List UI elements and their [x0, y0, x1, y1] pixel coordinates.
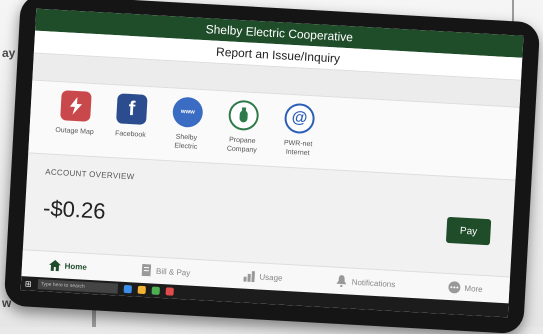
- bell-icon: [335, 275, 348, 288]
- quick-link-label: Shelby Electric: [174, 133, 198, 151]
- tab-bill-pay[interactable]: Bill & Pay: [140, 263, 191, 279]
- quick-link-facebook[interactable]: f Facebook: [106, 93, 156, 159]
- tablet-device: Shelby Electric Cooperative Report an Is…: [3, 0, 541, 334]
- more-dots-icon: [448, 281, 461, 294]
- tab-notifications[interactable]: Notifications: [335, 275, 396, 290]
- pay-button[interactable]: Pay: [445, 216, 492, 246]
- quick-link-pwr-net[interactable]: @ PWR-net Internet: [274, 102, 324, 168]
- bill-icon: [140, 263, 153, 277]
- at-sign-icon: @: [283, 102, 316, 135]
- tab-more[interactable]: More: [448, 281, 483, 295]
- usage-chart-icon: [243, 270, 256, 283]
- account-balance: -$0.26: [42, 195, 107, 224]
- facebook-icon: f: [116, 93, 148, 125]
- quick-link-label: Propane Company: [226, 136, 257, 155]
- taskbar-app-icon[interactable]: [137, 285, 146, 295]
- taskbar-search-input[interactable]: Type here to search: [37, 279, 118, 294]
- propane-tank-icon: [227, 99, 260, 132]
- tab-label: More: [464, 283, 483, 294]
- app-screen: Shelby Electric Cooperative Report an Is…: [20, 8, 524, 318]
- windows-start-icon[interactable]: ⊞: [25, 279, 32, 288]
- website-icon: www: [171, 96, 204, 129]
- taskbar-app-icon[interactable]: [123, 284, 132, 294]
- background-text: ay: [2, 46, 16, 60]
- quick-link-outage-map[interactable]: Outage Map: [50, 90, 100, 156]
- quick-link-propane[interactable]: Propane Company: [218, 99, 268, 165]
- taskbar-app-icon[interactable]: [151, 286, 160, 295]
- tab-label: Bill & Pay: [155, 266, 191, 278]
- quick-link-shelby-electric[interactable]: www Shelby Electric: [162, 96, 212, 162]
- taskbar-app-icon[interactable]: [165, 287, 174, 296]
- tab-home[interactable]: Home: [48, 259, 87, 273]
- quick-link-label: PWR-net Internet: [283, 139, 313, 158]
- tab-usage[interactable]: Usage: [243, 270, 283, 284]
- tab-label: Notifications: [351, 277, 396, 289]
- home-icon: [48, 259, 61, 272]
- tab-label: Usage: [259, 271, 283, 283]
- tab-label: Home: [64, 261, 88, 272]
- lightning-icon: [60, 90, 92, 122]
- quick-link-label: Facebook: [114, 130, 146, 139]
- quick-link-label: Outage Map: [55, 126, 94, 136]
